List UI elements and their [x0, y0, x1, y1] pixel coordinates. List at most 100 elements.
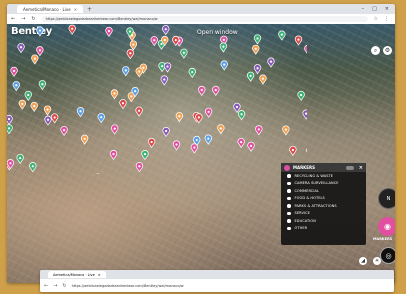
- map-pin-icon[interactable]: [162, 126, 170, 138]
- map-pin-icon[interactable]: [302, 109, 307, 120]
- second-tab-close-icon[interactable]: ×: [98, 273, 101, 277]
- map-pin-icon[interactable]: [162, 25, 170, 36]
- marker-category[interactable]: FOOD & HOTELS: [281, 195, 366, 203]
- map-pin-icon[interactable]: [127, 92, 135, 103]
- map-pin-icon[interactable]: [247, 141, 255, 152]
- map-pin-icon[interactable]: [60, 126, 68, 137]
- marker-category[interactable]: OTHER: [281, 225, 366, 233]
- second-browser-tab[interactable]: Aemetica/Monaco · Live ×: [48, 271, 106, 278]
- map-pin-icon[interactable]: [36, 46, 44, 57]
- map-pin-icon[interactable]: [253, 64, 262, 75]
- map-viewport[interactable]: Bentley Open window ⌕ ⚙ MARKERS × RECYCL…: [7, 24, 395, 283]
- second-forward-icon[interactable]: →: [53, 283, 57, 289]
- markers-toggle[interactable]: [345, 165, 354, 170]
- map-pin-icon[interactable]: [38, 80, 47, 91]
- map-pin-icon[interactable]: [237, 138, 245, 149]
- map-pin-icon[interactable]: [81, 134, 89, 145]
- back-icon[interactable]: ←: [11, 16, 15, 22]
- map-pin-icon[interactable]: [150, 36, 158, 47]
- map-pin-icon[interactable]: [192, 112, 201, 123]
- map-pin-icon[interactable]: [160, 75, 168, 86]
- map-pin-icon[interactable]: [18, 99, 26, 110]
- tab-close-icon[interactable]: ×: [74, 7, 77, 12]
- second-back-icon[interactable]: ←: [44, 283, 48, 289]
- map-pin-icon[interactable]: [172, 140, 181, 151]
- url-field[interactable]: https://aeblicaelegodarbearikerbear.com/…: [41, 16, 368, 22]
- markers-panel-close-icon[interactable]: ×: [359, 165, 363, 171]
- reload-icon[interactable]: ↻: [31, 16, 35, 22]
- map-pin-icon[interactable]: [294, 35, 303, 46]
- map-pin-icon[interactable]: [44, 115, 52, 126]
- browser-menu-icon[interactable]: ⋮: [384, 16, 395, 22]
- map-pin-icon[interactable]: [175, 112, 184, 123]
- map-pin-icon[interactable]: [126, 49, 134, 60]
- map-pin-icon[interactable]: [51, 113, 59, 124]
- globe-icon[interactable]: ◎: [380, 247, 395, 264]
- maximize-icon[interactable]: □: [372, 6, 377, 12]
- map-pin-icon[interactable]: [147, 137, 156, 149]
- map-pin-icon[interactable]: [111, 124, 119, 135]
- minimize-icon[interactable]: –: [362, 6, 365, 12]
- second-reload-icon[interactable]: ↻: [62, 283, 66, 289]
- new-tab-icon[interactable]: +: [87, 6, 92, 13]
- map-pin-icon[interactable]: [139, 63, 148, 74]
- map-pin-icon[interactable]: [246, 71, 255, 82]
- map-pin-icon[interactable]: [255, 125, 263, 136]
- map-pin-icon[interactable]: [105, 26, 113, 37]
- map-pin-icon[interactable]: [237, 110, 246, 121]
- map-pin-icon[interactable]: [267, 57, 275, 68]
- browser-tab[interactable]: Aemetica/Monaco · Live ×: [17, 5, 84, 13]
- map-pin-icon[interactable]: [259, 74, 267, 85]
- map-pin-icon[interactable]: [7, 114, 13, 126]
- map-pin-icon[interactable]: [7, 159, 15, 170]
- map-pin-icon[interactable]: [12, 81, 20, 92]
- map-pin-icon[interactable]: [119, 99, 127, 110]
- forward-icon[interactable]: →: [21, 16, 25, 22]
- map-pin-icon[interactable]: [158, 62, 166, 73]
- map-pin-icon[interactable]: [195, 113, 203, 124]
- markers-button[interactable]: ◉: [378, 217, 395, 236]
- map-pin-icon[interactable]: [252, 44, 260, 55]
- marker-category[interactable]: RECYCLING & WASTE: [281, 172, 366, 180]
- marker-category[interactable]: SERVICE: [281, 210, 366, 218]
- map-pin-icon[interactable]: [122, 66, 130, 77]
- map-pin-icon[interactable]: [135, 162, 144, 173]
- map-pin-icon[interactable]: [180, 48, 188, 59]
- map-pin-icon[interactable]: [193, 136, 201, 147]
- map-pin-icon[interactable]: [172, 35, 180, 47]
- map-pin-icon[interactable]: [157, 39, 166, 50]
- map-pin-icon[interactable]: [175, 36, 183, 47]
- map-pin-icon[interactable]: [30, 101, 38, 112]
- map-pin-icon[interactable]: [204, 134, 212, 145]
- map-pin-icon[interactable]: [141, 150, 149, 161]
- marker-category[interactable]: CAMERA SURVEILLANCE: [281, 180, 366, 188]
- compass-button[interactable]: N: [378, 188, 395, 209]
- map-pin-icon[interactable]: [131, 87, 139, 98]
- map-pin-icon[interactable]: [204, 107, 213, 118]
- map-pin-icon[interactable]: [278, 30, 286, 41]
- map-pin-icon[interactable]: [24, 90, 32, 102]
- map-pin-icon[interactable]: [128, 31, 136, 42]
- marker-category[interactable]: EDUCATION: [281, 217, 366, 225]
- map-pin-icon[interactable]: [31, 54, 39, 65]
- map-pin-icon[interactable]: [109, 150, 118, 161]
- map-pin-icon[interactable]: [135, 106, 143, 117]
- map-pin-icon[interactable]: [220, 60, 228, 71]
- map-pin-icon[interactable]: [198, 85, 206, 97]
- map-pin-icon[interactable]: [7, 124, 13, 135]
- map-pin-icon[interactable]: [233, 102, 241, 113]
- settings-icon[interactable]: ⚙: [383, 46, 392, 55]
- map-pin-icon[interactable]: [219, 42, 228, 53]
- map-pin-icon[interactable]: [17, 43, 25, 54]
- map-pin-icon[interactable]: [217, 124, 225, 135]
- marker-category[interactable]: PARKS & ATTRACTIONS: [281, 202, 366, 210]
- map-pin-icon[interactable]: [29, 162, 37, 173]
- map-pin-icon[interactable]: [97, 113, 105, 124]
- map-pin-icon[interactable]: [297, 90, 305, 101]
- map-pin-icon[interactable]: [220, 35, 228, 46]
- marker-category[interactable]: COMMERCIAL: [281, 187, 366, 195]
- map-pin-icon[interactable]: [68, 24, 76, 35]
- map-pin-icon[interactable]: [76, 107, 85, 118]
- map-pin-icon[interactable]: [129, 40, 138, 51]
- map-pin-icon[interactable]: [289, 145, 297, 157]
